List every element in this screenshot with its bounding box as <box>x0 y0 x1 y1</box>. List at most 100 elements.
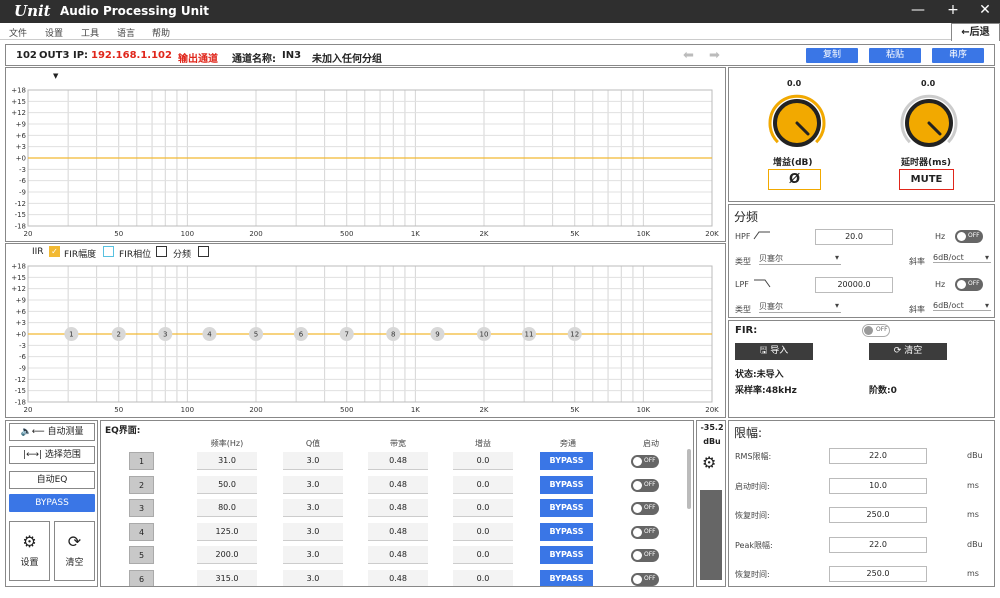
eq-enable-toggle[interactable]: OFF <box>631 549 659 562</box>
eq-band-number[interactable]: 1 <box>129 452 154 470</box>
eq-band-marker[interactable]: 9 <box>430 327 445 341</box>
lpf-frequency-input[interactable]: 20000.0 <box>815 277 893 293</box>
eq-bandwidth-input[interactable]: 0.48 <box>368 475 428 494</box>
eq-band-marker[interactable]: 1 <box>64 327 79 341</box>
eq-bandwidth-input[interactable]: 0.48 <box>368 452 428 470</box>
eq-frequency-input[interactable]: 50.0 <box>197 475 257 494</box>
eq-header-frequency: 频率(Hz) <box>210 439 244 448</box>
lpf-toggle[interactable]: OFF <box>955 278 983 291</box>
paste-button[interactable]: 粘贴 <box>869 48 921 63</box>
phase-invert-button[interactable]: Ø <box>768 169 821 190</box>
eq-band-marker[interactable]: 12 <box>567 327 582 341</box>
menu-language[interactable]: 语言 <box>117 26 135 39</box>
limiter-value-input[interactable]: 10.0 <box>829 477 927 494</box>
eq-q-input[interactable]: 3.0 <box>283 522 343 541</box>
limiter-value-input[interactable]: 250.0 <box>829 566 927 582</box>
limiter-value-input[interactable]: 250.0 <box>829 507 927 523</box>
eq-enable-toggle[interactable]: OFF <box>631 478 659 492</box>
eq-frequency-input[interactable]: 31.0 <box>197 452 257 470</box>
eq-band-marker[interactable]: 4 <box>202 327 217 341</box>
select-range-button[interactable]: |⟷| 选择范围 <box>9 446 95 464</box>
eq-band-marker[interactable]: 2 <box>111 327 126 341</box>
eq-bandwidth-input[interactable]: 0.48 <box>368 499 428 517</box>
fir-toggle[interactable]: OFF <box>862 324 890 337</box>
eq-bandwidth-input[interactable]: 0.48 <box>368 569 428 586</box>
fir-import-button[interactable]: 🖫 导入 <box>735 343 813 360</box>
eq-frequency-input[interactable]: 125.0 <box>197 522 257 541</box>
menu-settings[interactable]: 设置 <box>45 26 63 39</box>
eq-bypass-button[interactable]: BYPASS <box>540 499 593 517</box>
eq-enable-toggle[interactable]: OFF <box>631 572 659 586</box>
eq-band-number[interactable]: 3 <box>129 499 154 517</box>
clear-eq-button[interactable]: ⟳ 清空 <box>54 521 95 581</box>
limiter-value-input[interactable]: 22.0 <box>829 536 927 553</box>
eq-band-number[interactable]: 2 <box>129 475 154 494</box>
eq-q-input[interactable]: 3.0 <box>283 475 343 494</box>
back-tab[interactable]: ←后退 <box>951 23 1000 41</box>
close-button[interactable]: ✕ <box>975 2 995 18</box>
delay-knob[interactable] <box>899 93 959 153</box>
eq-scrollbar[interactable] <box>687 449 691 509</box>
link-button[interactable]: 串序 <box>932 48 984 63</box>
eq-bypass-button[interactable]: BYPASS <box>540 569 593 586</box>
eq-bandwidth-input[interactable]: 0.48 <box>368 522 428 541</box>
eq-band-marker[interactable]: 8 <box>386 327 401 341</box>
eq-enable-toggle[interactable]: OFF <box>631 525 659 539</box>
eq-enable-toggle[interactable]: OFF <box>631 502 659 515</box>
eq-band-number[interactable]: 6 <box>129 569 154 586</box>
eq-band-marker[interactable]: 3 <box>158 327 173 341</box>
eq-frequency-input[interactable]: 200.0 <box>197 546 257 564</box>
eq-band-marker[interactable]: 11 <box>521 327 536 341</box>
eq-bandwidth-input[interactable]: 0.48 <box>368 546 428 564</box>
hpf-toggle[interactable]: OFF <box>955 230 983 243</box>
gear-icon[interactable]: ⚙ <box>702 453 716 472</box>
eq-bypass-button[interactable]: BYPASS <box>540 475 593 494</box>
eq-q-input[interactable]: 3.0 <box>283 546 343 564</box>
eq-band-marker[interactable]: 5 <box>249 327 263 341</box>
settings-button[interactable]: ⚙ 设置 <box>9 521 50 581</box>
lpf-type-select[interactable]: 贝塞尔 ▾ <box>759 301 841 313</box>
eq-q-input[interactable]: 3.0 <box>283 452 343 470</box>
eq-gain-input[interactable]: 0.0 <box>453 569 513 586</box>
menu-help[interactable]: 帮助 <box>152 26 170 39</box>
eq-bypass-button[interactable]: BYPASS <box>540 522 593 541</box>
bypass-all-button[interactable]: BYPASS <box>9 494 95 512</box>
hpf-type-select[interactable]: 贝塞尔 ▾ <box>759 253 841 265</box>
copy-button[interactable]: 复制 <box>806 48 858 63</box>
eq-bypass-button[interactable]: BYPASS <box>540 546 593 564</box>
eq-frequency-input[interactable]: 80.0 <box>197 499 257 517</box>
eq-q-input[interactable]: 3.0 <box>283 499 343 517</box>
eq-gain-input[interactable]: 0.0 <box>453 499 513 517</box>
mute-button[interactable]: MUTE <box>899 169 954 190</box>
eq-gain-input[interactable]: 0.0 <box>453 522 513 541</box>
auto-measure-button[interactable]: 🔈⟵ 自动测量 <box>9 423 95 441</box>
auto-eq-button[interactable]: 自动EQ <box>9 471 95 489</box>
limiter-value-input[interactable]: 22.0 <box>829 448 927 464</box>
y-tick-label: +9 <box>16 121 26 129</box>
upper-response-plot[interactable]: +18+15+12+9+6+3+0-3-6-9-12-15-1820 50 100 2… <box>6 68 725 241</box>
fir-clear-button[interactable]: ⟳ 清空 <box>869 343 947 360</box>
eq-band-number[interactable]: 4 <box>129 522 154 541</box>
eq-band-marker[interactable]: 6 <box>293 327 308 341</box>
eq-gain-input[interactable]: 0.0 <box>453 546 513 564</box>
minimize-button[interactable]: — <box>908 2 928 18</box>
eq-band-number[interactable]: 5 <box>129 546 154 564</box>
eq-gain-input[interactable]: 0.0 <box>453 452 513 470</box>
eq-q-input[interactable]: 3.0 <box>283 569 343 586</box>
eq-enable-toggle[interactable]: OFF <box>631 455 659 468</box>
hpf-slope-select[interactable]: 6dB/oct ▾ <box>933 253 991 263</box>
eq-band-marker[interactable]: 10 <box>477 327 491 341</box>
lower-response-plot[interactable]: +18+15+12+9+6+3+0-3-6-9-12-15-1820 50 100 2… <box>6 244 725 417</box>
menu-tools[interactable]: 工具 <box>81 26 99 39</box>
menu-file[interactable]: 文件 <box>9 26 27 39</box>
maximize-button[interactable]: + <box>943 2 963 18</box>
hpf-frequency-input[interactable]: 20.0 <box>815 229 893 245</box>
lpf-slope-select[interactable]: 6dB/oct ▾ <box>933 301 991 311</box>
arrow-left-icon[interactable]: ⬅ <box>683 48 694 63</box>
eq-gain-input[interactable]: 0.0 <box>453 475 513 494</box>
gain-knob[interactable] <box>767 93 827 153</box>
eq-bypass-button[interactable]: BYPASS <box>540 452 593 470</box>
arrow-right-icon[interactable]: ➡ <box>709 48 720 63</box>
eq-band-marker[interactable]: 7 <box>339 327 354 341</box>
eq-frequency-input[interactable]: 315.0 <box>197 569 257 586</box>
